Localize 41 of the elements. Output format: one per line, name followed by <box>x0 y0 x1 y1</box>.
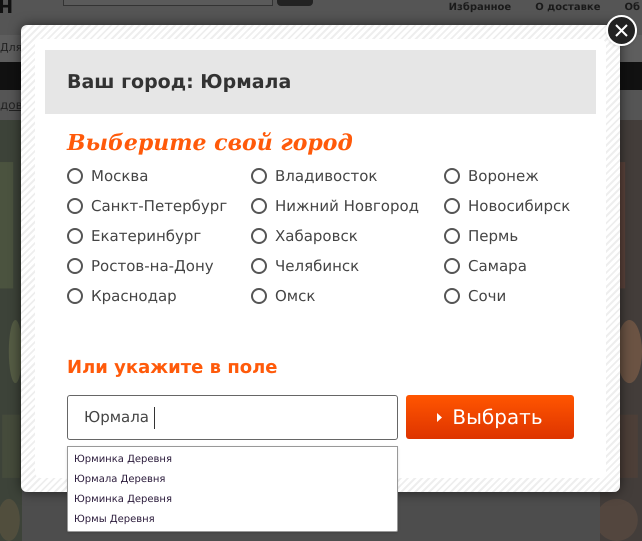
city-option[interactable]: Пермь <box>444 221 574 251</box>
city-option[interactable]: Сочи <box>444 281 574 311</box>
city-option[interactable]: Екатеринбург <box>67 221 251 251</box>
city-option[interactable]: Ростов-на-Дону <box>67 251 251 281</box>
city-option[interactable]: Омск <box>251 281 444 311</box>
city-option[interactable]: Самара <box>444 251 574 281</box>
radio-button[interactable] <box>67 228 83 244</box>
city-option[interactable]: Новосибирск <box>444 191 574 221</box>
play-icon <box>437 412 442 422</box>
city-option[interactable]: Воронеж <box>444 161 574 191</box>
city-option[interactable]: Хабаровск <box>251 221 444 251</box>
suggestion-item[interactable]: Юрминка Деревня <box>68 449 397 469</box>
suggestion-item[interactable]: Юрмала Деревня <box>68 469 397 489</box>
field-heading: Или укажите в поле <box>67 356 279 380</box>
select-button[interactable]: Выбрать <box>406 395 574 439</box>
city-option[interactable]: Челябинск <box>251 251 444 281</box>
city-option[interactable]: Краснодар <box>67 281 251 311</box>
section-heading: Выберите свой город <box>67 129 354 158</box>
close-icon <box>615 24 628 37</box>
radio-button[interactable] <box>444 228 460 244</box>
city-option[interactable]: Нижний Новгород <box>251 191 444 221</box>
radio-button[interactable] <box>251 168 267 184</box>
dialog-title: Ваш город: Юрмала <box>67 70 292 95</box>
radio-button[interactable] <box>444 168 460 184</box>
radio-button[interactable] <box>251 258 267 274</box>
radio-button[interactable] <box>444 198 460 214</box>
city-option[interactable]: Владивосток <box>251 161 444 191</box>
radio-button[interactable] <box>251 288 267 304</box>
city-option[interactable]: Москва <box>67 161 251 191</box>
radio-button[interactable] <box>251 198 267 214</box>
city-input-field[interactable]: Юрмала <box>67 395 398 440</box>
suggestion-item[interactable]: Юрминка Деревня <box>68 489 397 509</box>
radio-button[interactable] <box>444 288 460 304</box>
radio-button[interactable] <box>67 198 83 214</box>
radio-button[interactable] <box>67 258 83 274</box>
suggestion-item[interactable]: Юрмы Деревня <box>68 509 397 529</box>
radio-button[interactable] <box>251 228 267 244</box>
radio-button[interactable] <box>67 168 83 184</box>
city-option[interactable]: Санкт-Петербург <box>67 191 251 221</box>
radio-button[interactable] <box>67 288 83 304</box>
radio-button[interactable] <box>444 258 460 274</box>
